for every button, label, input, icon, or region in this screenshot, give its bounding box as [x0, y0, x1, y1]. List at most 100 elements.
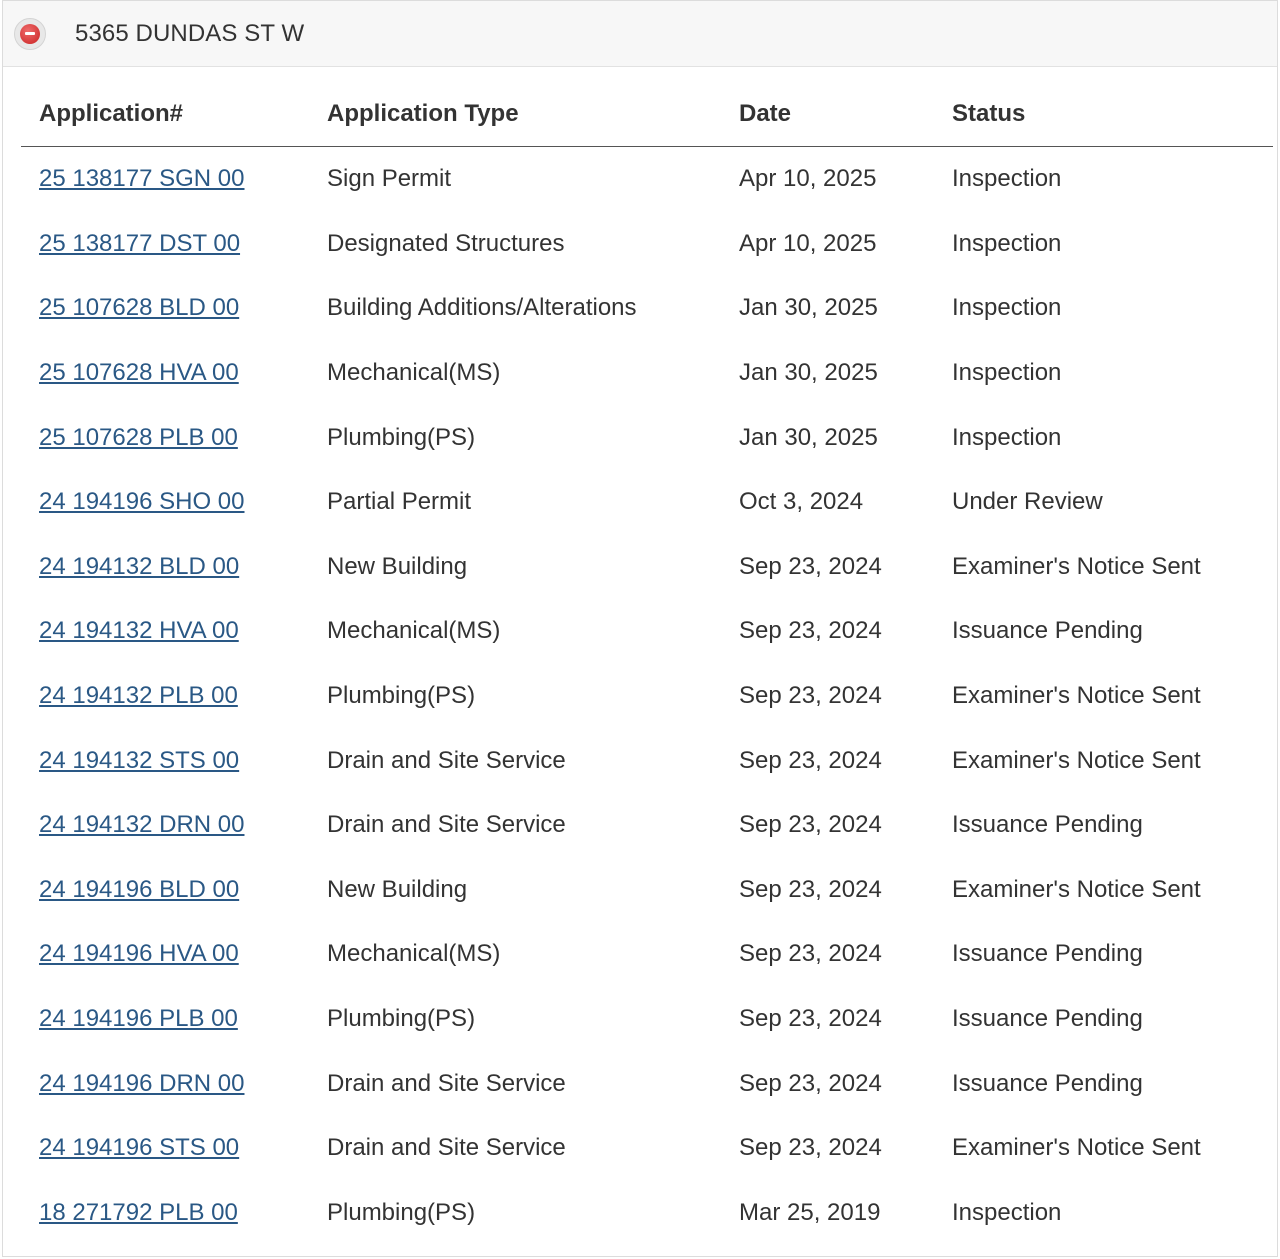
application-number-cell: 24 194132 HVA 00 — [21, 599, 309, 664]
application-number-cell: 18 271792 PLB 00 — [21, 1181, 309, 1246]
status-cell: Inspection — [952, 423, 1062, 451]
application-number-link[interactable]: 24 194132 HVA 00 — [39, 617, 239, 644]
application-number-link[interactable]: 25 138177 DST 00 — [39, 230, 240, 257]
application-type-cell: Plumbing(PS) — [327, 682, 476, 710]
status-cell: Issuance Pending — [952, 811, 1143, 839]
date-cell: Sep 23, 2024 — [739, 682, 882, 710]
application-type-cell: Sign Permit — [327, 165, 452, 193]
application-type-cell: Drain and Site Service — [327, 1134, 566, 1162]
date-cell: Jan 30, 2025 — [739, 423, 878, 451]
application-type-cell: Partial Permit — [327, 488, 472, 516]
application-number-cell: 24 194196 DRN 00 — [21, 1051, 309, 1116]
status-cell: Inspection — [952, 294, 1062, 322]
date-cell: Mar 25, 2019 — [739, 1198, 881, 1226]
application-number-link[interactable]: 24 194196 BLD 00 — [39, 876, 239, 903]
table-header-row: Application# Application Type Date Statu… — [21, 81, 1273, 147]
application-number-cell: 25 107628 BLD 00 — [21, 276, 309, 341]
application-number-cell: 24 194196 SHO 00 — [21, 470, 309, 535]
application-number-cell: 24 194132 BLD 00 — [21, 535, 309, 600]
date-cell: Sep 23, 2024 — [739, 940, 882, 968]
application-number-link[interactable]: 24 194196 HVA 00 — [39, 940, 239, 967]
table-row: 24 194132 HVA 00 Mechanical(MS) Sep 23, 20… — [21, 599, 1273, 664]
application-type-cell: Designated Structures — [327, 229, 565, 257]
date-cell: Sep 23, 2024 — [739, 617, 882, 645]
table-row: 25 138177 SGN 00 Sign Permit Apr 10, 2025 I… — [21, 147, 1273, 212]
date-cell: Oct 3, 2024 — [739, 488, 864, 516]
application-type-cell: Mechanical(MS) — [327, 940, 501, 968]
date-cell: Jan 30, 2025 — [739, 294, 878, 322]
application-number-link[interactable]: 25 107628 BLD 00 — [39, 294, 239, 321]
table-row: 25 107628 BLD 00 Building Additions/Alter… — [21, 276, 1273, 341]
application-type-cell: Plumbing(PS) — [327, 1005, 476, 1033]
date-cell: Sep 23, 2024 — [739, 811, 882, 839]
minus-circle-icon[interactable] — [14, 17, 46, 50]
application-type-cell: New Building — [327, 875, 468, 903]
table-row: 25 107628 HVA 00 Mechanical(MS) Jan 30, 20… — [21, 341, 1273, 406]
application-number-link[interactable]: 24 194196 STS 00 — [39, 1134, 239, 1161]
application-number-link[interactable]: 24 194196 SHO 00 — [39, 488, 245, 515]
table-row: 25 107628 PLB 00 Plumbing(PS) Jan 30, 2025… — [21, 405, 1273, 470]
application-number-link[interactable]: 24 194132 BLD 00 — [39, 553, 239, 580]
date-cell: Sep 23, 2024 — [739, 746, 882, 774]
table-row: 24 194196 SHO 00 Partial Permit Oct 3, 202… — [21, 470, 1273, 535]
status-cell: Inspection — [952, 359, 1062, 387]
application-number-link[interactable]: 25 138177 SGN 00 — [39, 165, 245, 192]
status-cell: Issuance Pending — [952, 617, 1143, 645]
application-number-link[interactable]: 18 271792 PLB 00 — [39, 1199, 238, 1226]
application-number-cell: 24 194196 PLB 00 — [21, 987, 309, 1052]
table-row: 24 194132 PLB 00 Plumbing(PS) Sep 23, 2024… — [21, 664, 1273, 729]
application-number-link[interactable]: 24 194196 PLB 00 — [39, 1005, 238, 1032]
table-row: 24 194196 STS 00 Drain and Site Service Se… — [21, 1116, 1273, 1181]
column-header-application-number[interactable]: Application# — [21, 81, 309, 147]
application-type-cell: Plumbing(PS) — [327, 423, 476, 451]
application-number-link[interactable]: 25 107628 HVA 00 — [39, 359, 239, 386]
application-number-cell: 24 194196 BLD 00 — [21, 858, 309, 923]
table-row: 24 194196 HVA 00 Mechanical(MS) Sep 23, 20… — [21, 922, 1273, 987]
application-type-cell: Mechanical(MS) — [327, 359, 501, 387]
application-number-link[interactable]: 24 194132 DRN 00 — [39, 811, 244, 838]
column-header-application-type[interactable]: Application Type — [309, 81, 721, 147]
status-cell: Issuance Pending — [952, 940, 1143, 968]
application-number-cell: 25 138177 SGN 00 — [21, 147, 309, 212]
table-row: 25 138177 DST 00 Designated Structures Apr… — [21, 212, 1273, 277]
date-cell: Sep 23, 2024 — [739, 552, 882, 580]
column-header-status[interactable]: Status — [934, 81, 1273, 147]
column-header-date[interactable]: Date — [721, 81, 934, 147]
table-row: 24 194196 DRN 00 Drain and Site Service Se… — [21, 1051, 1273, 1116]
status-cell: Examiner's Notice Sent — [952, 1134, 1201, 1162]
date-cell: Apr 10, 2025 — [739, 165, 877, 193]
application-type-cell: New Building — [327, 552, 468, 580]
application-number-link[interactable]: 24 194196 DRN 00 — [39, 1070, 244, 1097]
application-type-cell: Plumbing(PS) — [327, 1198, 476, 1226]
application-type-cell: Mechanical(MS) — [327, 617, 501, 645]
table-row: 24 194132 STS 00 Drain and Site Service Se… — [21, 728, 1273, 793]
date-cell: Apr 10, 2025 — [739, 229, 877, 257]
date-cell: Sep 23, 2024 — [739, 1134, 882, 1162]
status-cell: Issuance Pending — [952, 1069, 1143, 1097]
application-type-cell: Building Additions/Alterations — [327, 294, 637, 322]
date-cell: Sep 23, 2024 — [739, 875, 882, 903]
date-cell: Sep 23, 2024 — [739, 1069, 882, 1097]
table-row: 24 194132 DRN 00 Drain and Site Service Se… — [21, 793, 1273, 858]
status-cell: Examiner's Notice Sent — [952, 746, 1201, 774]
status-cell: Inspection — [952, 229, 1062, 257]
status-cell: Examiner's Notice Sent — [952, 552, 1201, 580]
application-number-link[interactable]: 24 194132 STS 00 — [39, 747, 239, 774]
date-cell: Jan 30, 2025 — [739, 359, 878, 387]
status-cell: Examiner's Notice Sent — [952, 875, 1201, 903]
application-number-link[interactable]: 24 194132 PLB 00 — [39, 682, 238, 709]
application-number-cell: 25 107628 HVA 00 — [21, 341, 309, 406]
address-title: 5365 DUNDAS ST W — [75, 19, 305, 47]
table-row: 24 194196 BLD 00 New Building Sep 23, 2024… — [21, 858, 1273, 923]
application-number-link[interactable]: 25 107628 PLB 00 — [39, 424, 238, 451]
application-number-cell: 25 107628 PLB 00 — [21, 405, 309, 470]
application-type-cell: Drain and Site Service — [327, 746, 566, 774]
status-cell: Under Review — [952, 488, 1103, 516]
panel-header: 5365 DUNDAS ST W — [3, 1, 1277, 67]
application-type-cell: Drain and Site Service — [327, 1069, 566, 1097]
status-cell: Inspection — [952, 165, 1062, 193]
table-row: 24 194196 PLB 00 Plumbing(PS) Sep 23, 2024… — [21, 987, 1273, 1052]
status-cell: Inspection — [952, 1198, 1062, 1226]
table-row: 18 271792 PLB 00 Plumbing(PS) Mar 25, 2019… — [21, 1181, 1273, 1246]
application-number-cell: 24 194132 DRN 00 — [21, 793, 309, 858]
